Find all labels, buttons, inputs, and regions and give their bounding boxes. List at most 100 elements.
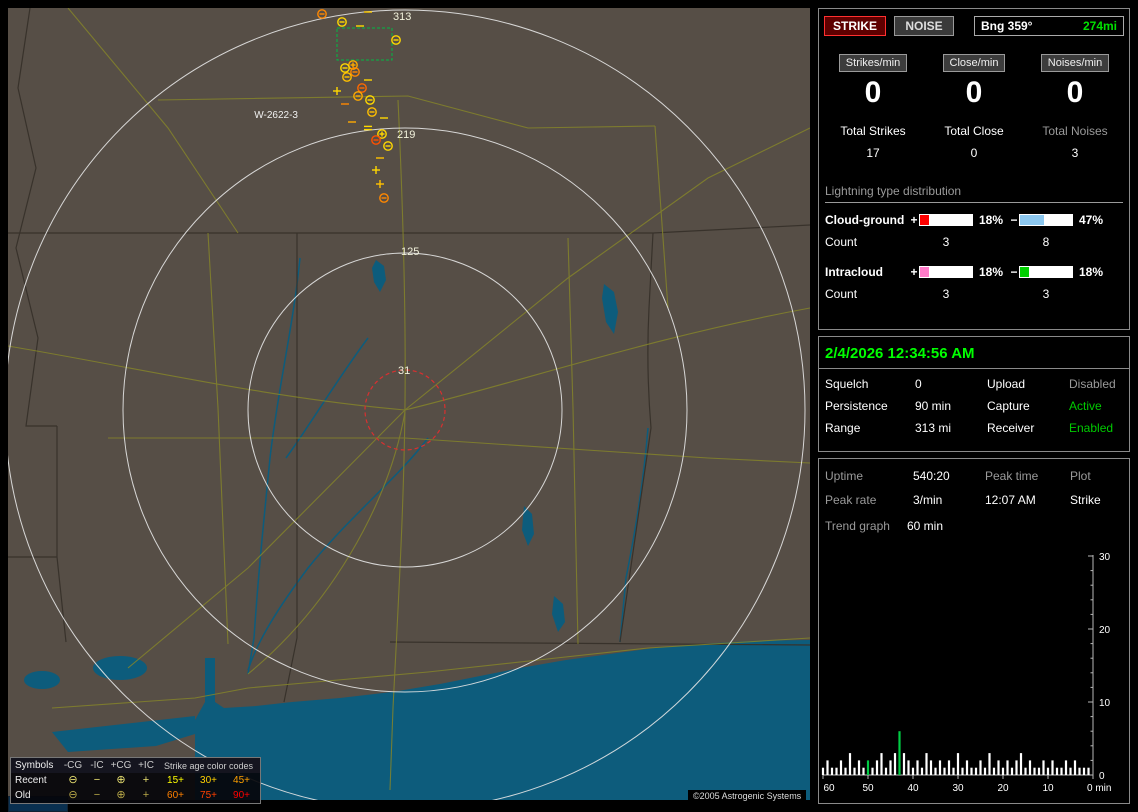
svg-text:0: 0	[1099, 771, 1105, 782]
peak-rate-row: Peak rate 3/min 12:07 AM Strike	[825, 493, 1129, 507]
old-nic-icon: −	[93, 789, 101, 801]
trend-bars	[821, 731, 1090, 775]
legend-panel: Symbols -CG -IC +CG +IC Strike age color…	[10, 757, 261, 804]
legend-header-nic: -IC	[90, 760, 104, 771]
cg-plus-count: 3	[942, 235, 950, 249]
minus-sign: −	[1010, 265, 1018, 279]
noises-per-min-value: 0	[1066, 76, 1084, 109]
svg-text:20: 20	[997, 783, 1009, 794]
plot-mode-value: Strike	[1070, 493, 1101, 507]
map-svg: 313 219 125 31 W-2622-3	[8, 8, 810, 800]
receiver-status: Enabled	[1069, 421, 1114, 435]
capture-status: Active	[1069, 399, 1102, 413]
intracloud-count-row: Count 3 3	[825, 287, 1129, 301]
legend-header-symbols: Symbols	[15, 760, 54, 771]
noises-per-min-label: Noises/min	[1040, 54, 1110, 72]
cg-plus-pct: 18%	[978, 213, 1003, 227]
legend-header-age: Strike age color codes	[163, 760, 254, 771]
count-label: Count	[825, 287, 858, 301]
total-close-label: Total Close	[944, 124, 1004, 138]
svg-text:40: 40	[907, 783, 919, 794]
strikes-per-min-value: 0	[864, 76, 882, 109]
rate-columns: Strikes/min 0 Total Strikes 17 Close/min…	[823, 54, 1125, 160]
ic-minus-count: 3	[1042, 287, 1050, 301]
cloud-ground-row: Cloud-ground + 18% − 47%	[825, 213, 1129, 227]
bearing-box: Bng 359° 274mi	[974, 16, 1124, 36]
uptime-row: Uptime 540:20 Peak time Plot	[825, 469, 1129, 483]
persistence-label: Persistence	[825, 399, 888, 413]
cloud-ground-count-row: Count 3 8	[825, 235, 1129, 249]
trend-x-labels: 60 50 40 30 20 10 0 min	[823, 783, 1111, 794]
legend-header-ncg: -CG	[63, 760, 83, 771]
upload-status: Disabled	[1069, 377, 1116, 391]
trend-axes	[822, 555, 1094, 779]
ic-plus-bar	[919, 266, 973, 278]
total-close-value: 0	[970, 146, 978, 160]
svg-text:20: 20	[1099, 625, 1111, 636]
distance-value: 274mi	[1082, 19, 1117, 33]
strikes-per-min-label: Strikes/min	[838, 54, 908, 72]
legend-header-pic: +IC	[138, 760, 154, 771]
recent-nic-icon: −	[93, 774, 101, 786]
range-value: 313 mi	[915, 421, 952, 435]
plus-sign: +	[910, 265, 918, 279]
bearing-value: Bng 359°	[981, 19, 1033, 33]
svg-text:50: 50	[862, 783, 874, 794]
total-noises-value: 3	[1071, 146, 1079, 160]
svg-text:31: 31	[398, 365, 410, 377]
ic-plus-pct: 18%	[978, 265, 1003, 279]
cg-minus-count: 8	[1042, 235, 1050, 249]
uptime-value: 540:20	[913, 469, 950, 483]
age-75: 75+	[200, 790, 217, 801]
intracloud-row: Intracloud + 18% − 18%	[825, 265, 1129, 279]
ic-plus-count: 3	[942, 287, 950, 301]
total-noises-label: Total Noises	[1042, 124, 1108, 138]
squelch-label: Squelch	[825, 377, 869, 391]
plus-sign: +	[910, 213, 918, 227]
intracloud-label: Intracloud	[825, 265, 884, 279]
old-pic-icon: +	[142, 789, 150, 801]
svg-text:30: 30	[1099, 552, 1111, 563]
recent-pcg-icon: ⊕	[116, 774, 126, 786]
old-pcg-icon: ⊕	[116, 789, 126, 801]
upload-label: Upload	[987, 377, 1026, 391]
count-label: Count	[825, 235, 858, 249]
minus-sign: −	[1010, 213, 1018, 227]
sidebar: STRIKE NOISE Bng 359° 274mi Strikes/min …	[818, 0, 1132, 812]
age-90: 90+	[233, 790, 250, 801]
map-view[interactable]: 313 219 125 31 W-2622-3 Symbols -CG -IC …	[8, 8, 810, 812]
noise-button[interactable]: NOISE	[894, 16, 954, 36]
svg-text:10: 10	[1099, 698, 1111, 709]
cg-minus-bar	[1019, 214, 1073, 226]
svg-text:0 min: 0 min	[1087, 783, 1111, 794]
status-row: Range 313 mi Receiver Enabled	[825, 421, 1129, 435]
squelch-value: 0	[915, 377, 922, 391]
status-panel: 2/4/2026 12:34:56 AM Squelch 0 Upload Di…	[818, 336, 1130, 452]
trend-graph-row: Trend graph 60 min	[825, 519, 1129, 533]
close-column: Close/min 0 Total Close 0	[924, 54, 1024, 160]
age-30: 30+	[200, 775, 217, 786]
plot-label: Plot	[1070, 469, 1091, 483]
total-strikes-value: 17	[866, 146, 880, 160]
close-per-min-label: Close/min	[942, 54, 1006, 72]
range-label: Range	[825, 421, 861, 435]
mode-button-row: STRIKE NOISE Bng 359° 274mi	[824, 16, 1124, 36]
age-15: 15+	[167, 775, 184, 786]
datetime: 2/4/2026 12:34:56 AM	[825, 345, 975, 362]
svg-text:313: 313	[393, 11, 411, 23]
receiver-label: Receiver	[987, 421, 1035, 435]
trend-graph: 30 20 10 0 60 50 40 30 20 10 0 min	[821, 552, 1111, 794]
storm-cell-label: W-2622-3	[254, 110, 298, 121]
svg-text:10: 10	[1042, 783, 1054, 794]
cloud-ground-label: Cloud-ground	[825, 213, 905, 227]
strike-button[interactable]: STRIKE	[824, 16, 886, 36]
legend-header-pcg: +CG	[110, 760, 132, 771]
recent-pic-icon: +	[142, 774, 150, 786]
distribution-title: Lightning type distribution	[825, 184, 1123, 203]
status-row: Persistence 90 min Capture Active	[825, 399, 1129, 413]
svg-text:125: 125	[401, 246, 419, 258]
ic-minus-pct: 18%	[1078, 265, 1103, 279]
peak-time-label: Peak time	[985, 469, 1039, 483]
trend-window-value: 60 min	[907, 519, 944, 533]
capture-label: Capture	[987, 399, 1030, 413]
